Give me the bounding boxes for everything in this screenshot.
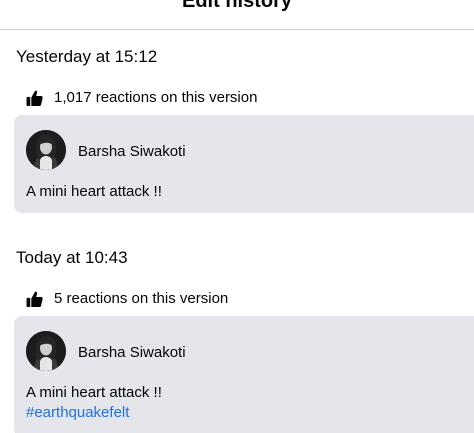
reactions-count: 1,017 reactions on this version xyxy=(54,89,258,106)
reactions-count: 5 reactions on this version xyxy=(54,290,229,307)
thumbs-up-icon xyxy=(26,291,43,307)
edit-history-panel: Edit history Yesterday at 15:12 1,017 re… xyxy=(0,0,474,433)
avatar[interactable] xyxy=(26,331,66,371)
post-card: Barsha Siwakoti A mini heart attack !! #… xyxy=(14,316,474,433)
avatar-image xyxy=(26,130,66,170)
version-date: Yesterday at 15:12 xyxy=(16,47,158,66)
version-date: Today at 10:43 xyxy=(16,248,128,267)
dialog-header: Edit history xyxy=(0,0,474,30)
reactions-summary[interactable]: 1,017 reactions on this version xyxy=(26,88,257,108)
author-name[interactable]: Barsha Siwakoti xyxy=(78,142,186,162)
thumbs-up-icon xyxy=(26,90,43,106)
author-name[interactable]: Barsha Siwakoti xyxy=(78,343,186,363)
post-text: A mini heart attack !! xyxy=(26,183,162,200)
avatar[interactable] xyxy=(26,130,66,170)
post-text: A mini heart attack !! xyxy=(26,384,162,401)
dialog-title: Edit history xyxy=(181,0,292,12)
hashtag-link[interactable]: #earthquakefelt xyxy=(26,403,129,423)
post-card: Barsha Siwakoti A mini heart attack !! xyxy=(14,115,474,213)
avatar-image xyxy=(26,331,66,371)
reactions-summary[interactable]: 5 reactions on this version xyxy=(26,289,228,309)
